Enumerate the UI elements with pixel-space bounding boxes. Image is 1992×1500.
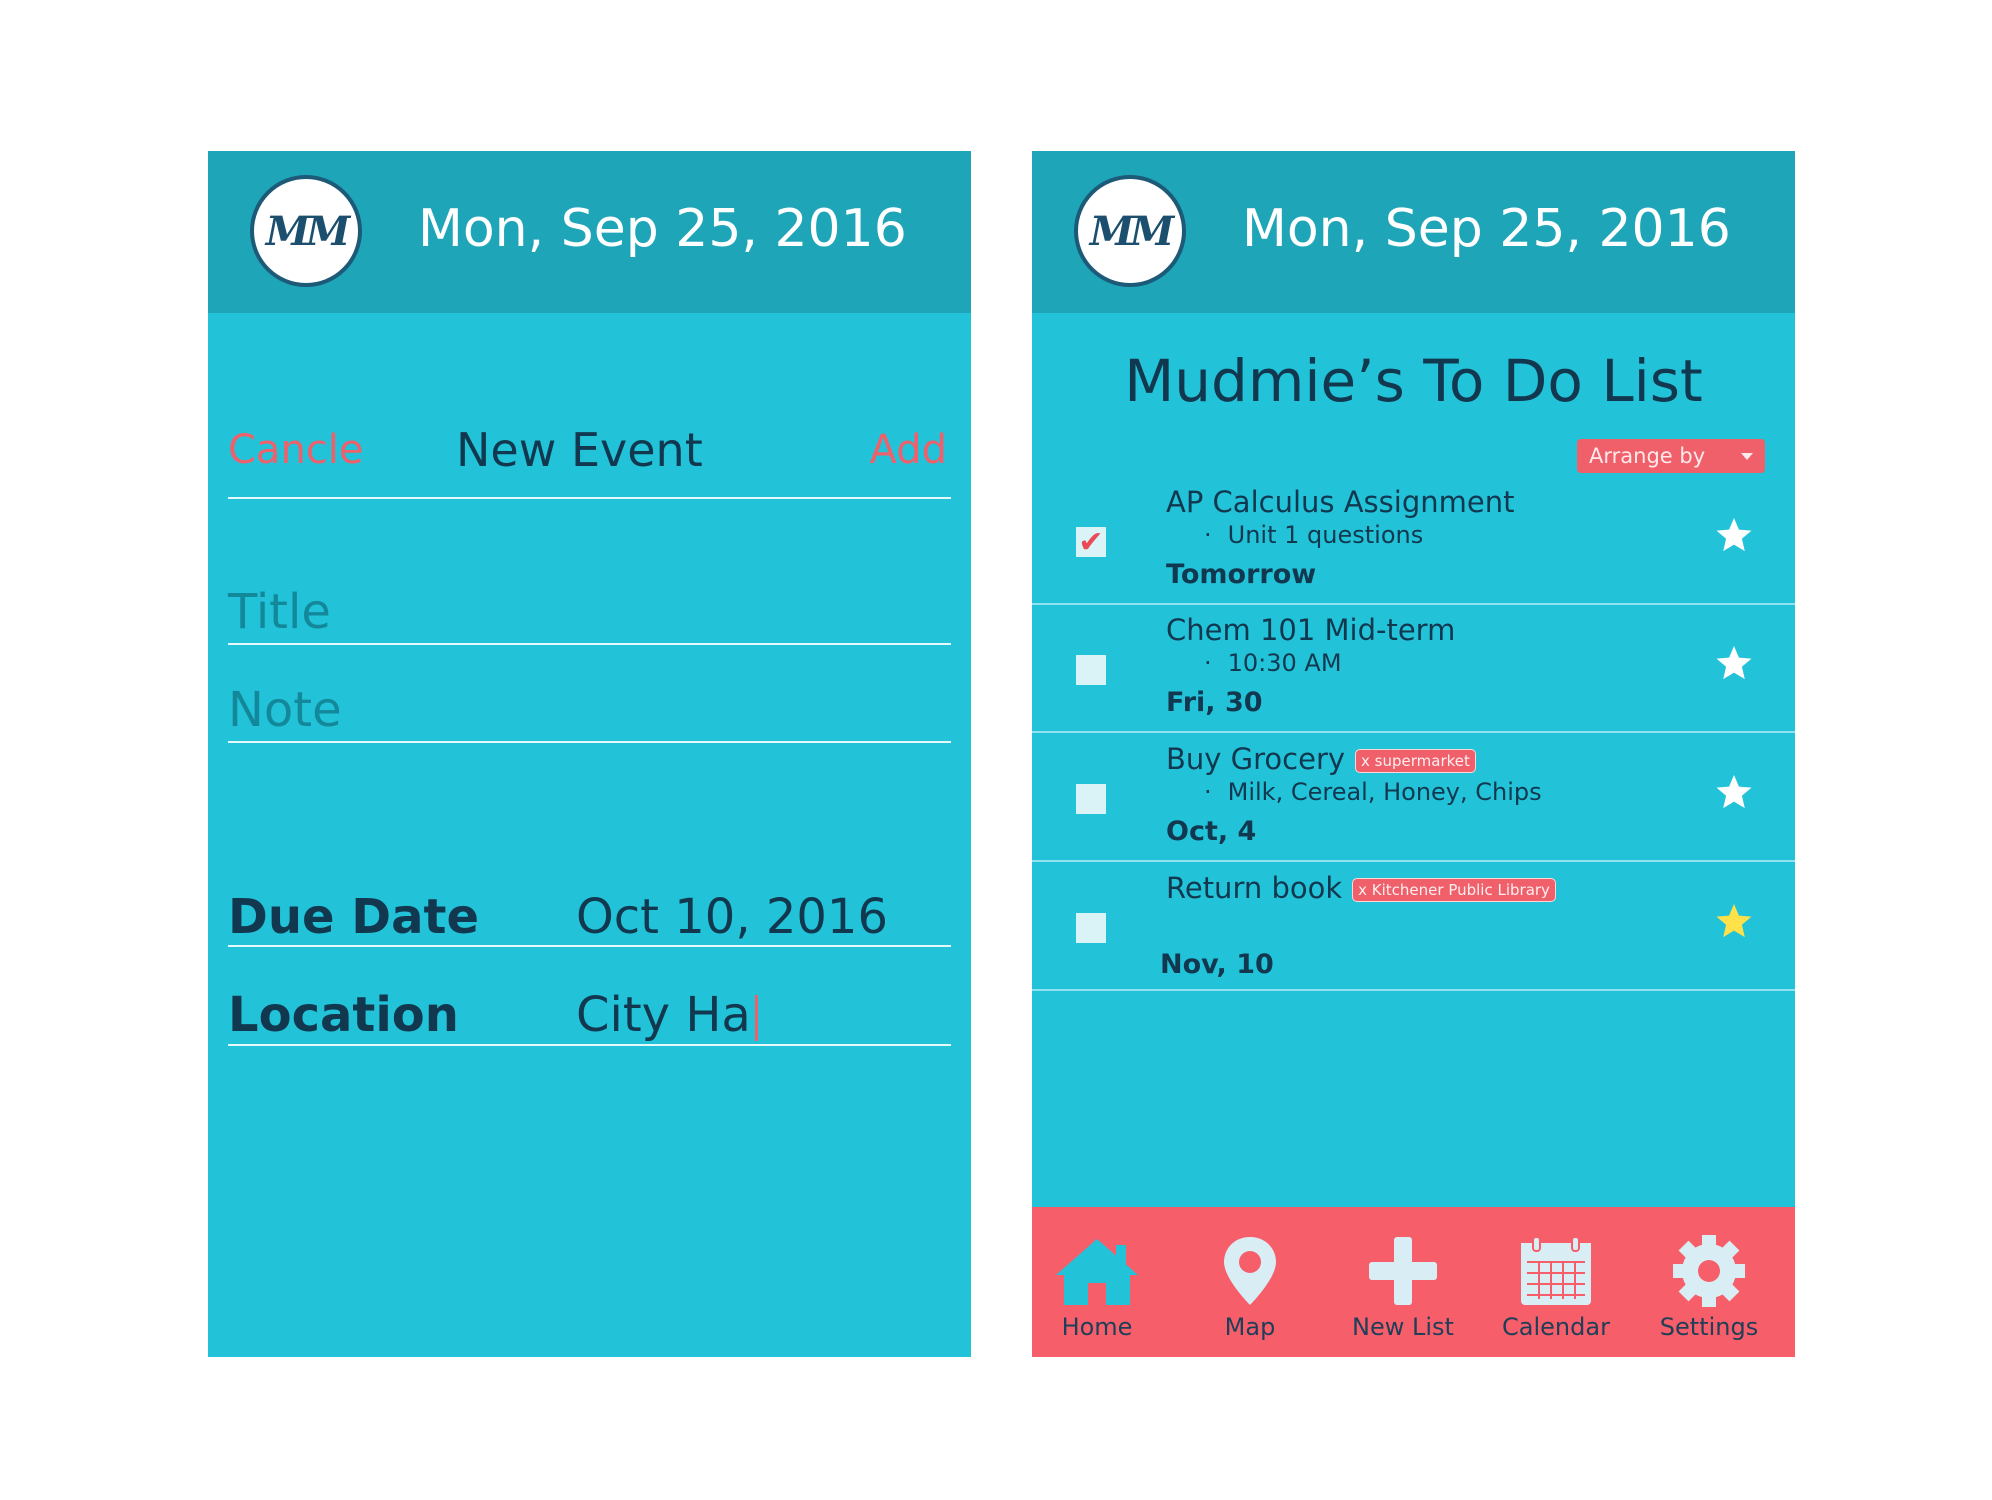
list-item[interactable]: Chem 101 Mid-term · 10:30 AM Fri, 30 <box>1032 605 1795 733</box>
cancel-button[interactable]: Cancle <box>228 427 364 473</box>
add-button[interactable]: Add <box>870 427 947 473</box>
app-logo[interactable]: MM <box>1074 175 1186 287</box>
item-checkbox[interactable] <box>1076 913 1106 943</box>
item-divider <box>1032 731 1795 733</box>
item-due-date: Nov, 10 <box>1160 949 1274 980</box>
item-due-date: Fri, 30 <box>1166 687 1263 718</box>
item-title: AP Calculus Assignment <box>1166 485 1514 519</box>
location-underline <box>228 1044 951 1046</box>
item-due-date: Tomorrow <box>1166 559 1317 590</box>
item-title-text: Return book <box>1166 871 1343 905</box>
arrange-by-label: Arrange by <box>1589 444 1706 468</box>
title-field[interactable]: Title <box>228 584 331 640</box>
calendar-icon <box>1521 1236 1591 1305</box>
app-header: MM Mon, Sep 25, 2016 <box>1032 151 1795 313</box>
item-detail: · Unit 1 questions <box>1204 521 1423 549</box>
due-date-underline <box>228 945 951 947</box>
page-title: New Event <box>456 423 703 477</box>
list-item[interactable]: ✔ AP Calculus Assignment · Unit 1 questions… <box>1032 477 1795 605</box>
bullet: · <box>1204 521 1212 549</box>
arrange-by-dropdown[interactable]: Arrange by <box>1577 439 1765 473</box>
location-field[interactable]: City Ha <box>576 987 758 1043</box>
item-divider <box>1032 860 1795 862</box>
app-logo[interactable]: MM <box>250 175 362 287</box>
nav-settings-label: Settings <box>1659 1313 1759 1341</box>
map-pin-icon <box>1224 1237 1276 1305</box>
item-title-text: AP Calculus Assignment <box>1166 485 1515 519</box>
due-date-value[interactable]: Oct 10, 2016 <box>576 889 888 945</box>
nav-new-list-label: New List <box>1352 1313 1454 1341</box>
nav-home-label: Home <box>1061 1313 1133 1341</box>
location-tag[interactable]: x supermarket <box>1355 749 1476 773</box>
nav-calendar-label: Calendar <box>1502 1313 1610 1341</box>
item-title-text: Buy Grocery <box>1166 742 1346 776</box>
note-field-underline <box>228 741 951 743</box>
location-value: City Ha <box>576 987 751 1043</box>
item-checkbox[interactable]: ✔ <box>1076 524 1106 560</box>
item-detail-text: Unit 1 questions <box>1227 521 1424 549</box>
location-tag[interactable]: x Kitchener Public Library <box>1352 878 1556 902</box>
item-title-text: Chem 101 Mid-term <box>1166 613 1456 647</box>
nav-settings[interactable]: Settings <box>1644 1235 1774 1341</box>
app-header: MM Mon, Sep 25, 2016 <box>208 151 971 313</box>
star-icon[interactable] <box>1714 515 1754 555</box>
item-checkbox[interactable] <box>1076 655 1106 685</box>
bullet: · <box>1204 649 1212 677</box>
nav-home[interactable]: Home <box>1032 1235 1162 1341</box>
nav-new-list[interactable]: New List <box>1338 1235 1468 1341</box>
new-event-screen: MM Mon, Sep 25, 2016 Cancle New Event Ad… <box>208 151 971 1357</box>
star-filled-icon[interactable] <box>1714 901 1754 941</box>
item-detail-text: Milk, Cereal, Honey, Chips <box>1227 778 1542 806</box>
nav-map-label: Map <box>1224 1313 1276 1341</box>
todo-list-screen: MM Mon, Sep 25, 2016 Mudmie’s To Do List… <box>1032 151 1795 1357</box>
list-item[interactable]: Return book x Kitchener Public Library Nov… <box>1032 863 1795 991</box>
home-icon <box>1056 1239 1138 1305</box>
item-title: Chem 101 Mid-term <box>1166 613 1455 647</box>
text-cursor <box>754 995 758 1041</box>
item-title: Buy Grocery x supermarket <box>1166 742 1476 776</box>
plus-icon <box>1369 1237 1437 1305</box>
toolbar-divider <box>228 497 951 499</box>
gear-icon <box>1673 1235 1745 1307</box>
nav-calendar[interactable]: Calendar <box>1491 1235 1621 1341</box>
list-title: Mudmie’s To Do List <box>1124 347 1703 415</box>
checkmark-icon: ✔ <box>1078 524 1104 560</box>
due-date-label: Due Date <box>228 889 480 945</box>
star-icon[interactable] <box>1714 643 1754 683</box>
bottom-nav: Home Map New List Calendar Settings <box>1032 1207 1795 1357</box>
header-date: Mon, Sep 25, 2016 <box>418 199 907 259</box>
bullet: · <box>1204 778 1212 806</box>
note-field[interactable]: Note <box>228 682 342 738</box>
chevron-down-icon <box>1741 453 1753 460</box>
title-field-underline <box>228 643 951 645</box>
item-checkbox[interactable] <box>1076 784 1106 814</box>
star-icon[interactable] <box>1714 772 1754 812</box>
item-detail: · Milk, Cereal, Honey, Chips <box>1204 778 1542 806</box>
location-label: Location <box>228 987 459 1043</box>
nav-map[interactable]: Map <box>1185 1235 1315 1341</box>
item-detail: · 10:30 AM <box>1204 649 1342 677</box>
item-detail-text: 10:30 AM <box>1227 649 1342 677</box>
item-divider <box>1032 989 1795 991</box>
header-date: Mon, Sep 25, 2016 <box>1242 199 1731 259</box>
item-title: Return book x Kitchener Public Library <box>1166 871 1556 905</box>
item-due-date: Oct, 4 <box>1166 816 1257 847</box>
list-item[interactable]: Buy Grocery x supermarket · Milk, Cereal, H… <box>1032 734 1795 862</box>
